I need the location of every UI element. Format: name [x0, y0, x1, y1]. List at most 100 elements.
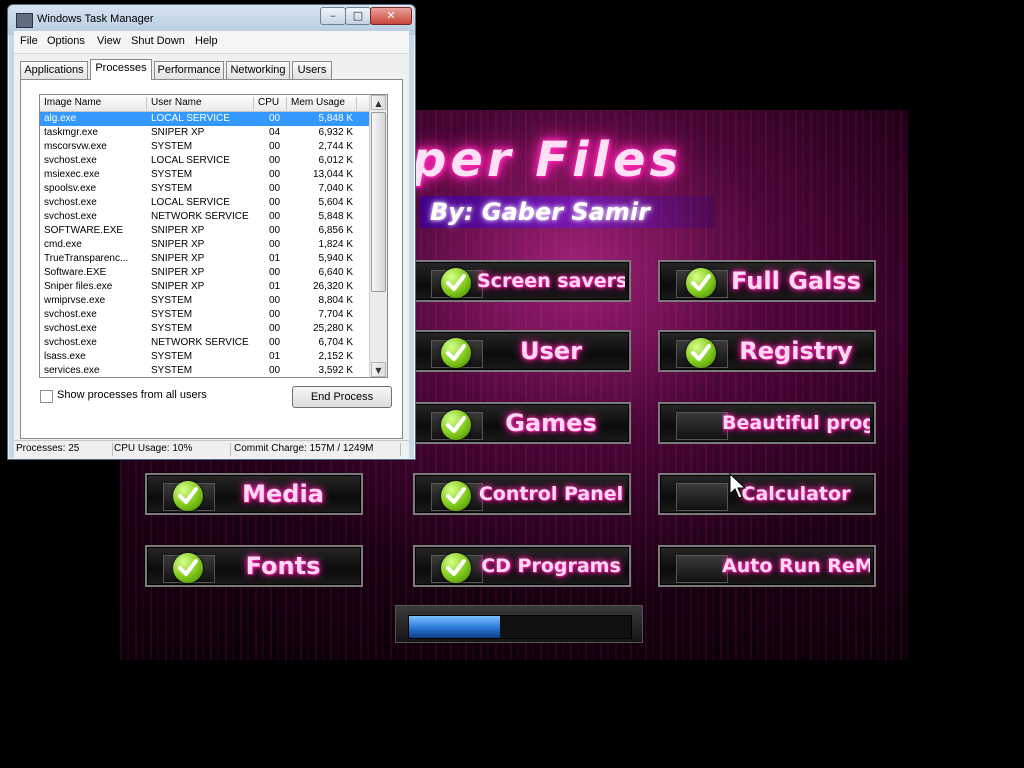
tab-networking[interactable]: Networking: [226, 61, 290, 79]
calculator-option[interactable]: Calculator: [658, 473, 876, 515]
tab-applications[interactable]: Applications: [20, 61, 88, 79]
progress-frame: [395, 605, 643, 643]
cell-image-name: msiexec.exe: [44, 169, 100, 180]
column-image-name[interactable]: Image Name: [40, 97, 147, 110]
cell-mem-usage: 25,280 K: [312, 323, 353, 334]
cell-mem-usage: 13,044 K: [312, 169, 353, 180]
scroll-up-icon[interactable]: ▲: [371, 95, 386, 110]
media-option[interactable]: Media: [145, 473, 363, 515]
cell-user-name: SYSTEM: [151, 309, 193, 320]
cell-user-name: SYSTEM: [151, 323, 193, 334]
app-byline: By: Gaber Samir: [420, 196, 715, 228]
checkmark-icon: [686, 268, 716, 298]
cell-cpu: 00: [269, 337, 281, 348]
cell-mem-usage: 7,704 K: [318, 309, 353, 320]
cell-image-name: Sniper files.exe: [44, 281, 113, 292]
cell-mem-usage: 6,640 K: [318, 267, 353, 278]
table-row[interactable]: msiexec.exe SYSTEM 00 13,044 K: [40, 168, 370, 182]
control-panel-option[interactable]: Control Panel: [413, 473, 631, 515]
table-row[interactable]: services.exe SYSTEM 00 3,592 K: [40, 364, 370, 377]
cell-cpu: 00: [269, 309, 281, 320]
user-option[interactable]: User: [413, 330, 631, 372]
table-row[interactable]: svchost.exe SYSTEM 00 25,280 K: [40, 322, 370, 336]
menu-options[interactable]: Options: [47, 35, 85, 47]
progress-fill: [409, 616, 501, 638]
table-row[interactable]: svchost.exe LOCAL SERVICE 00 6,012 K: [40, 154, 370, 168]
full-galss-option[interactable]: Full Galss: [658, 260, 876, 302]
cell-image-name: TrueTransparenc...: [44, 253, 129, 264]
screen-savers-option[interactable]: Screen savers: [413, 260, 631, 302]
cell-cpu: 00: [269, 239, 281, 250]
option-label: Control Panel: [478, 483, 624, 505]
table-row[interactable]: svchost.exe LOCAL SERVICE 00 5,604 K: [40, 196, 370, 210]
cell-user-name: SNIPER XP: [151, 267, 205, 278]
table-row[interactable]: wmiprvse.exe SYSTEM 00 8,804 K: [40, 294, 370, 308]
cell-mem-usage: 6,856 K: [318, 225, 353, 236]
cell-image-name: svchost.exe: [44, 197, 97, 208]
cell-user-name: SYSTEM: [151, 351, 193, 362]
cell-mem-usage: 5,848 K: [318, 211, 353, 222]
table-row[interactable]: spoolsv.exe SYSTEM 00 7,040 K: [40, 182, 370, 196]
show-all-users-checkbox[interactable]: [40, 390, 53, 403]
cell-mem-usage: 5,848 K: [318, 113, 353, 124]
registry-option[interactable]: Registry: [658, 330, 876, 372]
menu-shut-down[interactable]: Shut Down: [131, 35, 185, 47]
column-cpu[interactable]: CPU: [254, 97, 287, 110]
column-mem-usage[interactable]: Mem Usage: [287, 97, 357, 110]
cell-user-name: SNIPER XP: [151, 127, 205, 138]
cd-programs-option[interactable]: CD Programs: [413, 545, 631, 587]
window-title: Windows Task Manager: [37, 13, 154, 25]
scroll-thumb[interactable]: [371, 112, 386, 292]
menu-help[interactable]: Help: [195, 35, 218, 47]
cell-image-name: Software.EXE: [44, 267, 107, 278]
cell-image-name: svchost.exe: [44, 309, 97, 320]
vertical-scrollbar[interactable]: ▲ ▼: [369, 95, 387, 377]
table-row[interactable]: TrueTransparenc... SNIPER XP 01 5,940 K: [40, 252, 370, 266]
checkmark-icon: [441, 481, 471, 511]
table-row[interactable]: svchost.exe NETWORK SERVICE 00 5,848 K: [40, 210, 370, 224]
cell-cpu: 01: [269, 351, 281, 362]
minimize-button[interactable]: –: [320, 7, 346, 25]
process-list[interactable]: Image Name User Name CPU Mem Usage alg.e…: [39, 94, 388, 378]
checkbox-frame: [676, 555, 728, 583]
table-row[interactable]: svchost.exe NETWORK SERVICE 00 6,704 K: [40, 336, 370, 350]
menu-file[interactable]: File: [20, 35, 38, 47]
table-row[interactable]: taskmgr.exe SNIPER XP 04 6,932 K: [40, 126, 370, 140]
status-cpu-usage: CPU Usage: 10%: [114, 443, 231, 456]
progress-track: [408, 615, 632, 639]
checkbox-frame: [676, 412, 728, 440]
table-row[interactable]: svchost.exe SYSTEM 00 7,704 K: [40, 308, 370, 322]
close-button[interactable]: ✕: [370, 7, 412, 25]
tab-processes[interactable]: Processes: [90, 59, 152, 80]
fonts-option[interactable]: Fonts: [145, 545, 363, 587]
processes-panel: Image Name User Name CPU Mem Usage alg.e…: [20, 79, 403, 439]
window-client: File Options View Shut Down Help Applica…: [14, 31, 409, 458]
column-user-name[interactable]: User Name: [147, 97, 254, 110]
tab-performance[interactable]: Performance: [154, 61, 224, 79]
tab-users[interactable]: Users: [292, 61, 332, 79]
table-row[interactable]: SOFTWARE.EXE SNIPER XP 00 6,856 K: [40, 224, 370, 238]
task-manager-icon: [16, 13, 33, 28]
process-list-header: Image Name User Name CPU Mem Usage: [40, 95, 370, 112]
cell-cpu: 00: [269, 211, 281, 222]
end-process-button[interactable]: End Process: [292, 386, 392, 408]
table-row[interactable]: alg.exe LOCAL SERVICE 00 5,848 K: [40, 112, 370, 126]
table-row[interactable]: Software.EXE SNIPER XP 00 6,640 K: [40, 266, 370, 280]
cell-cpu: 00: [269, 225, 281, 236]
show-all-users-label: Show processes from all users: [57, 389, 207, 401]
table-row[interactable]: Sniper files.exe SNIPER XP 01 26,320 K: [40, 280, 370, 294]
scroll-down-icon[interactable]: ▼: [371, 362, 386, 377]
table-row[interactable]: lsass.exe SYSTEM 01 2,152 K: [40, 350, 370, 364]
auto-run-rem-option[interactable]: Auto Run ReM: [658, 545, 876, 587]
option-label: Media: [242, 480, 324, 508]
cell-mem-usage: 6,932 K: [318, 127, 353, 138]
menu-view[interactable]: View: [97, 35, 121, 47]
table-row[interactable]: mscorsvw.exe SYSTEM 00 2,744 K: [40, 140, 370, 154]
cell-user-name: SYSTEM: [151, 169, 193, 180]
cell-image-name: wmiprvse.exe: [44, 295, 106, 306]
table-row[interactable]: cmd.exe SNIPER XP 00 1,824 K: [40, 238, 370, 252]
games-option[interactable]: Games: [413, 402, 631, 444]
option-label: Beautiful prog: [722, 412, 870, 434]
beautiful-prog-option[interactable]: Beautiful prog: [658, 402, 876, 444]
maximize-button[interactable]: □: [345, 7, 371, 25]
